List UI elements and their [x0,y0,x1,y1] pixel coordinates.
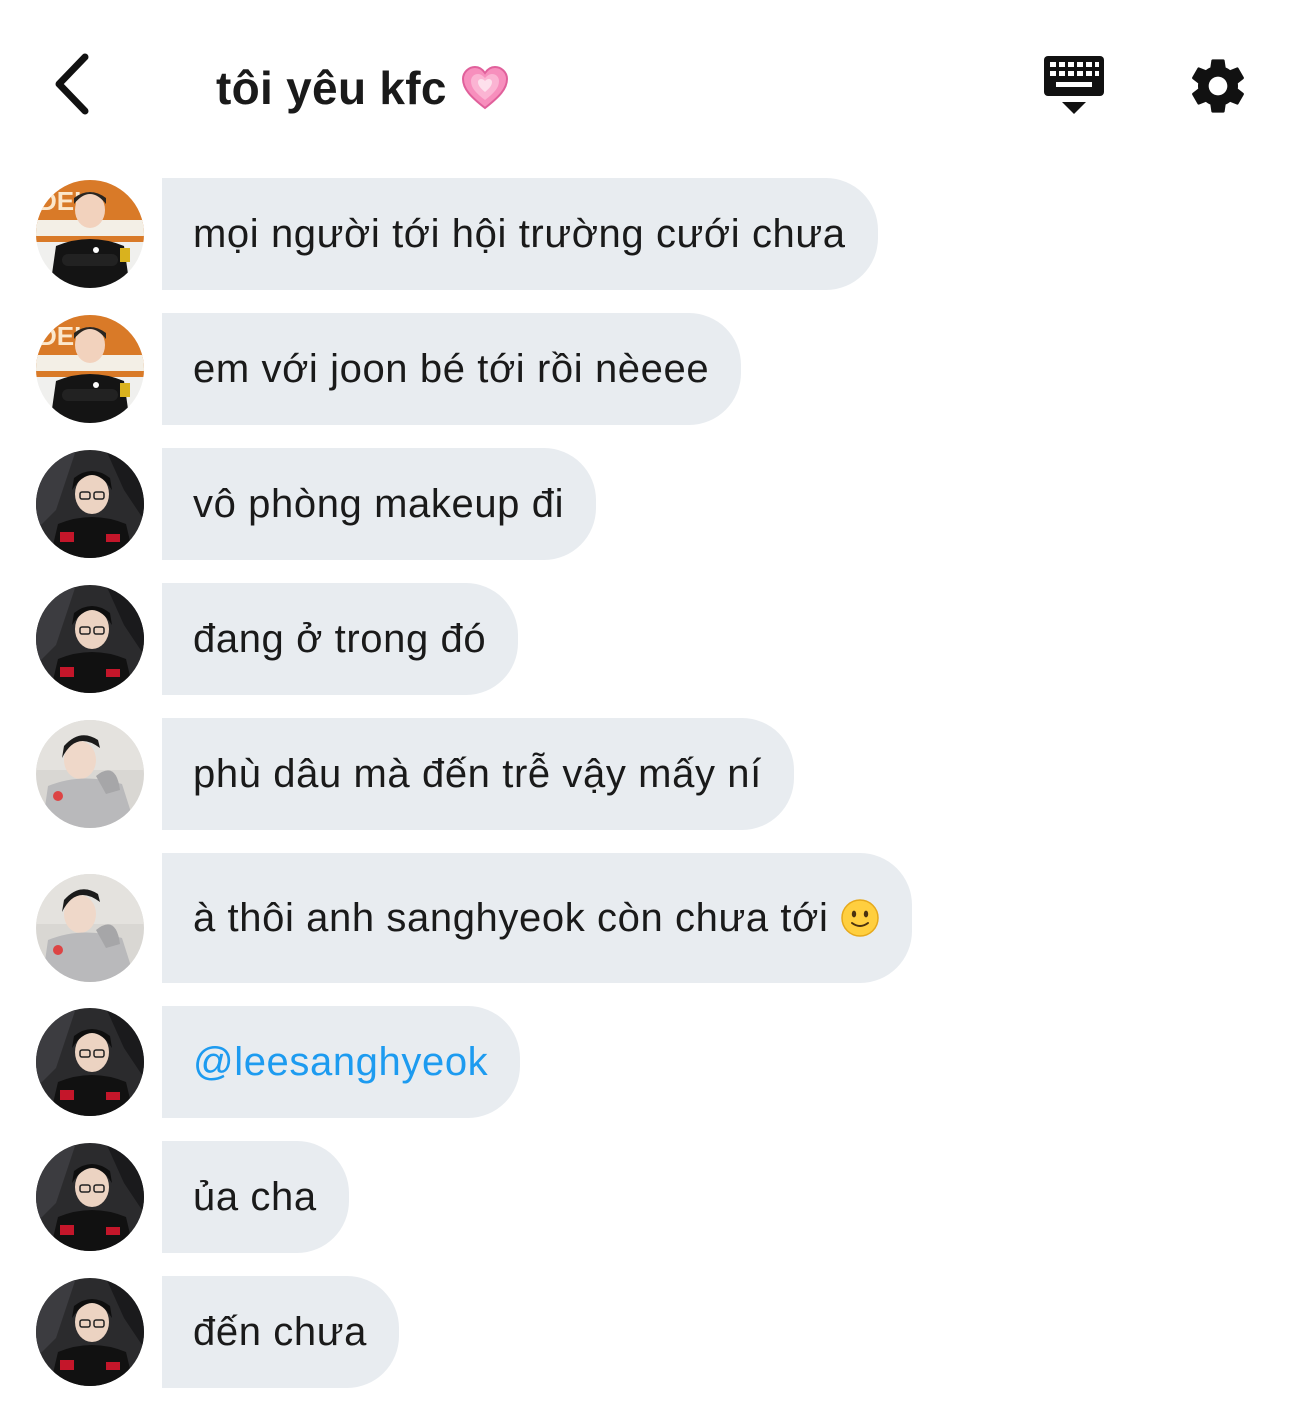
avatar-orange-bg [36,315,144,423]
settings-button[interactable] [1186,54,1250,118]
message-row: phù dâu mà đến trễ vậy mấy ní [0,718,1290,830]
keyboard-button[interactable] [1040,52,1108,118]
message-text: đang ở trong đó [193,616,487,661]
message-row: em với joon bé tới rồi nèeee [0,313,1290,425]
chat-title-group: tôi yêu kfc [216,52,509,124]
avatar-dark-bg [36,1008,144,1116]
message-text: phù dâu mà đến trễ vậy mấy ní [193,751,762,796]
message-bubble: ủa cha [162,1141,349,1253]
message-text: em với joon bé tới rồi nèeee [193,346,710,391]
avatar-dark-bg [36,585,144,693]
avatar[interactable] [36,180,144,288]
avatar-orange-bg [36,180,144,288]
avatar[interactable] [36,1278,144,1386]
message-row: mọi người tới hội trường cưới chưa [0,178,1290,290]
back-button[interactable] [36,44,106,124]
message-bubble: mọi người tới hội trường cưới chưa [162,178,878,290]
message-text: ủa cha [193,1174,317,1219]
message-row: đang ở trong đó [0,583,1290,695]
message-row: ủa cha [0,1141,1290,1253]
avatar[interactable] [36,874,144,982]
message-row: vô phòng makeup đi [0,448,1290,560]
message-text: đến chưa [193,1309,367,1354]
avatar-dark-bg [36,1278,144,1386]
message-bubble: em với joon bé tới rồi nèeee [162,313,742,425]
message-bubble: @leesanghyeok [162,1006,521,1118]
growing-heart-emoji [461,65,508,110]
avatar[interactable] [36,1008,144,1116]
chevron-left-icon [55,53,89,115]
avatar[interactable] [36,720,144,828]
message-bubble: đang ở trong đó [162,583,519,695]
keyboard-icon [1044,56,1104,114]
message-row: @leesanghyeok [0,1006,1290,1118]
message-text: mọi người tới hội trường cưới chưa [193,211,846,256]
avatar-dark-bg [36,450,144,558]
mention-link[interactable]: @leesanghyeok [193,1040,488,1085]
message-text: vô phòng makeup đi [193,481,565,526]
message-bubble: à thôi anh sanghyeok còn chưa tới [162,853,913,983]
slightly-smiling-face-emoji [841,899,880,937]
message-row: à thôi anh sanghyeok còn chưa tới [0,853,1290,983]
avatar[interactable] [36,1143,144,1251]
message-row: đến chưa [0,1276,1290,1388]
message-bubble: vô phòng makeup đi [162,448,597,560]
avatar-dark-bg [36,1143,144,1251]
avatar[interactable] [36,315,144,423]
avatar-light-bg [36,874,144,982]
avatar[interactable] [36,450,144,558]
message-bubble: phù dâu mà đến trễ vậy mấy ní [162,718,794,830]
chat-header: tôi yêu kfc [0,0,1290,170]
avatar[interactable] [36,585,144,693]
gear-icon [1192,59,1244,113]
message-bubble: đến chưa [162,1276,399,1388]
avatar-light-bg [36,720,144,828]
message-text: à thôi anh sanghyeok còn chưa tới [193,895,829,940]
chat-title: tôi yêu kfc [216,62,447,114]
